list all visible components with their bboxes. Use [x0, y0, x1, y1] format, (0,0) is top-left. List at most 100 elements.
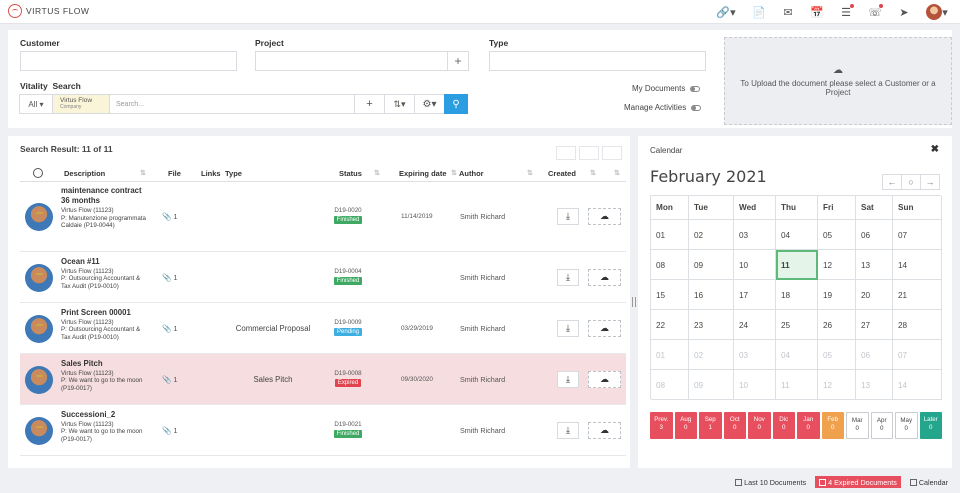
- select-all-radio[interactable]: [33, 168, 43, 178]
- row-files[interactable]: 📎 1: [162, 324, 178, 333]
- month-counter[interactable]: Prev. 3: [650, 412, 673, 439]
- app-logo[interactable]: VIRTUS FLOW: [8, 4, 89, 18]
- calendar-day[interactable]: 04: [776, 340, 818, 370]
- calendar-day[interactable]: 06: [856, 340, 893, 370]
- calendar-day[interactable]: 12: [818, 250, 856, 280]
- calendar-day[interactable]: 16: [689, 280, 734, 310]
- calendar-day[interactable]: 08: [651, 250, 689, 280]
- calendar-day[interactable]: 06: [856, 220, 893, 250]
- close-icon[interactable]: ✖: [931, 144, 939, 155]
- calendar-day[interactable]: 01: [651, 220, 689, 250]
- sort-icon[interactable]: ⇅: [614, 169, 620, 177]
- rocket-icon[interactable]: ➤: [897, 4, 911, 20]
- col-expiring[interactable]: Expiring date: [399, 169, 447, 178]
- calendar-day[interactable]: 14: [893, 370, 942, 400]
- calendar-day[interactable]: 02: [689, 340, 734, 370]
- month-counter[interactable]: May 0: [895, 412, 918, 439]
- calendar-day[interactable]: 04: [776, 220, 818, 250]
- sort-icon[interactable]: ⇅: [451, 169, 457, 177]
- calendar-day[interactable]: 05: [818, 340, 856, 370]
- calendar-day[interactable]: 07: [893, 340, 942, 370]
- calendar-day[interactable]: 23: [689, 310, 734, 340]
- last-10-documents-button[interactable]: Last 10 Documents: [731, 476, 810, 488]
- upload-version-button[interactable]: ☁: [588, 268, 621, 286]
- row-title[interactable]: maintenance contract 36 months: [61, 186, 151, 206]
- month-counter[interactable]: Nov 0: [748, 412, 771, 439]
- next-month-button[interactable]: →: [920, 174, 940, 190]
- settings-tool-button[interactable]: [602, 146, 622, 160]
- row-title[interactable]: Sales Pitch: [61, 359, 151, 369]
- upload-version-button[interactable]: ☁: [588, 421, 621, 439]
- manage-activities-toggle[interactable]: [691, 104, 702, 111]
- company-chip[interactable]: Virtus Flow Company: [52, 94, 110, 114]
- month-counter[interactable]: Apr 0: [870, 412, 893, 439]
- col-description[interactable]: Description: [64, 169, 105, 178]
- type-input[interactable]: [489, 51, 706, 71]
- row-title[interactable]: Successioni_2: [61, 410, 151, 420]
- copy-tool-button[interactable]: [579, 146, 599, 160]
- calendar-day[interactable]: 17: [734, 280, 776, 310]
- row-files[interactable]: 📎 1: [162, 212, 178, 221]
- upload-dropzone[interactable]: ☁ To Upload the document please select a…: [724, 37, 952, 125]
- month-counter[interactable]: Aug 0: [674, 412, 697, 439]
- col-created[interactable]: Created: [548, 169, 576, 178]
- calendar-day[interactable]: 13: [856, 370, 893, 400]
- calendar-day[interactable]: 05: [818, 220, 856, 250]
- calendar-day[interactable]: 12: [818, 370, 856, 400]
- upload-version-button[interactable]: ☁: [588, 319, 621, 337]
- link-icon[interactable]: 🔗▾: [715, 4, 737, 20]
- project-input[interactable]: [255, 51, 448, 71]
- table-row[interactable]: maintenance contract 36 months Virtus Fl…: [20, 181, 626, 252]
- calendar-day[interactable]: 27: [856, 310, 893, 340]
- month-counter[interactable]: Jan 0: [797, 412, 820, 439]
- col-file[interactable]: File: [168, 169, 181, 178]
- settings-button[interactable]: ⚙▾: [414, 94, 445, 114]
- download-button[interactable]: ⤓: [557, 421, 579, 439]
- calendar-day[interactable]: 24: [734, 310, 776, 340]
- calendar-day[interactable]: 03: [734, 340, 776, 370]
- col-status[interactable]: Status: [339, 169, 362, 178]
- upload-version-button[interactable]: ☁: [588, 207, 621, 225]
- calendar-day[interactable]: 28: [893, 310, 942, 340]
- calendar-day[interactable]: 15: [651, 280, 689, 310]
- row-files[interactable]: 📎 1: [162, 426, 178, 435]
- calendar-day[interactable]: 21: [893, 280, 942, 310]
- support-icon[interactable]: ☏: [868, 4, 883, 20]
- download-button[interactable]: ⤓: [557, 268, 579, 286]
- calendar-day[interactable]: 11: [776, 370, 818, 400]
- calendar-day[interactable]: 02: [689, 220, 734, 250]
- search-input[interactable]: Search...: [109, 94, 355, 114]
- user-menu[interactable]: ▾: [926, 4, 948, 20]
- sort-button[interactable]: ⇅▾: [384, 94, 415, 114]
- mail-icon[interactable]: ✉: [781, 4, 795, 20]
- table-row[interactable]: Sales Pitch Virtus Flow (11123) P: We wa…: [20, 354, 626, 405]
- sort-icon[interactable]: ⇅: [527, 169, 533, 177]
- add-filter-button[interactable]: +: [354, 94, 385, 114]
- col-author[interactable]: Author: [459, 169, 484, 178]
- download-button[interactable]: ⤓: [557, 207, 579, 225]
- calendar-day[interactable]: 22: [651, 310, 689, 340]
- month-counter[interactable]: Sep 1: [699, 412, 722, 439]
- calendar-day[interactable]: 10: [734, 370, 776, 400]
- calendar-day[interactable]: 25: [776, 310, 818, 340]
- calendar-day[interactable]: 11: [776, 250, 818, 280]
- my-documents-toggle[interactable]: [690, 85, 701, 92]
- col-type[interactable]: Type: [225, 169, 242, 178]
- calendar-day[interactable]: 13: [856, 250, 893, 280]
- sort-icon[interactable]: ⇅: [590, 169, 596, 177]
- table-row[interactable]: Print Screen 00001 Virtus Flow (11123) P…: [20, 303, 626, 354]
- prev-month-button[interactable]: ←: [882, 174, 902, 190]
- calendar-day[interactable]: 01: [651, 340, 689, 370]
- calendar-toggle-button[interactable]: Calendar: [906, 476, 952, 488]
- sort-icon[interactable]: ⇅: [374, 169, 380, 177]
- row-files[interactable]: 📎 1: [162, 375, 178, 384]
- customer-input[interactable]: [20, 51, 237, 71]
- vitality-select[interactable]: All ▾: [19, 94, 53, 114]
- col-links[interactable]: Links: [201, 169, 221, 178]
- calendar-day[interactable]: 03: [734, 220, 776, 250]
- row-title[interactable]: Ocean #11: [61, 257, 151, 267]
- tasks-icon[interactable]: ☰: [839, 4, 854, 20]
- calendar-day[interactable]: 07: [893, 220, 942, 250]
- calendar-day[interactable]: 20: [856, 280, 893, 310]
- add-project-button[interactable]: +: [447, 51, 469, 71]
